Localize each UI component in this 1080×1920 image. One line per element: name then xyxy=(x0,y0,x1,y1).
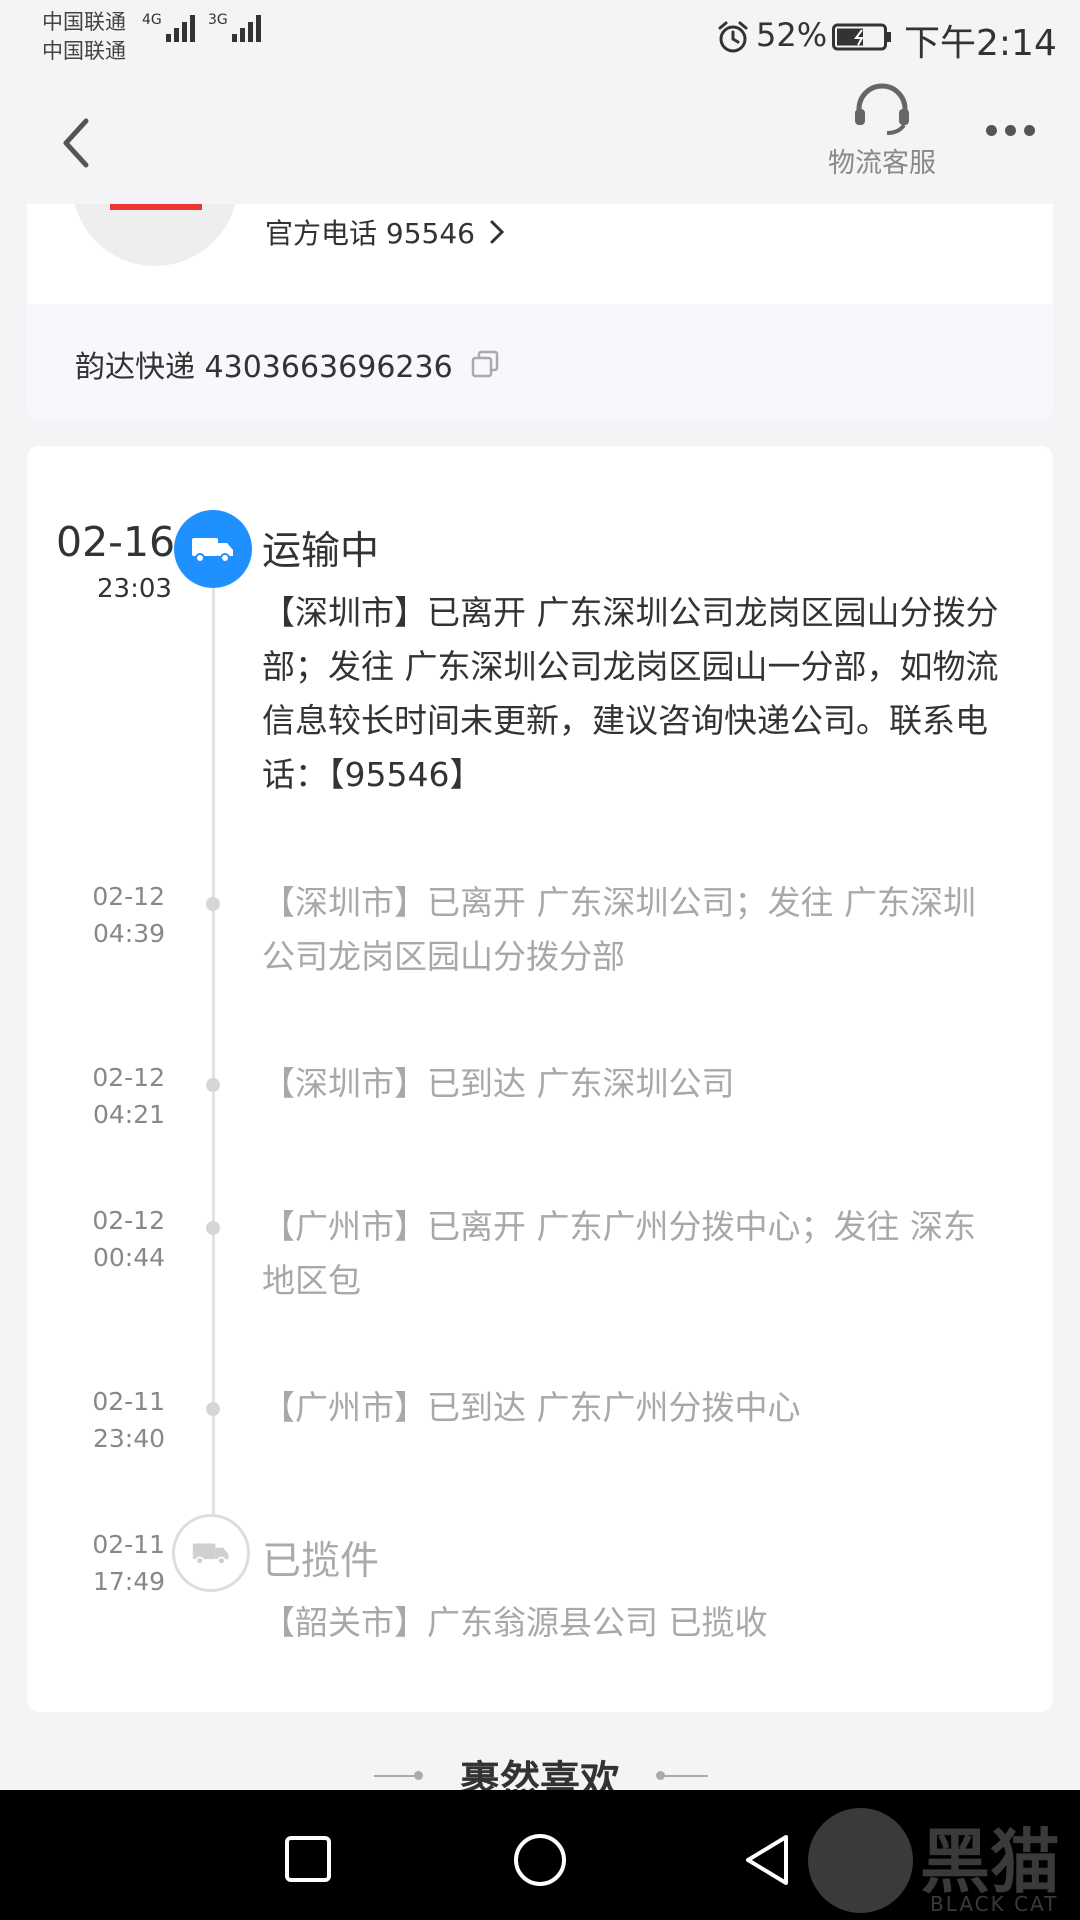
timeline-line xyxy=(212,560,215,1520)
official-phone-link[interactable]: 官方电话 95546 xyxy=(265,212,505,252)
pickup-detail: 【韶关市】广东翁源县公司 已揽收 xyxy=(262,1603,768,1642)
chevron-right-icon xyxy=(490,220,505,244)
alarm-icon xyxy=(718,21,748,53)
courier-logo xyxy=(72,204,238,266)
pickup-status: 已揽件 xyxy=(262,1539,380,1584)
event-datetime: 02-12 00:44 xyxy=(92,1206,165,1272)
tracking-number: 韵达快递 4303663696236 xyxy=(75,350,453,385)
event-text: 【广州市】已到达 广东广州分拨中心 xyxy=(262,1388,801,1427)
truck-icon xyxy=(172,1514,250,1592)
logistics-service-label: 物流客服 xyxy=(828,148,936,179)
carrier-2: 中国联通 xyxy=(42,39,126,63)
triangle-back-icon[interactable] xyxy=(742,1832,792,1888)
current-time: 23:03 xyxy=(97,574,172,604)
logistics-service-button[interactable]: 物流客服 xyxy=(820,83,944,180)
circle-home-icon[interactable] xyxy=(512,1832,568,1888)
clock: 下午2:14 xyxy=(904,23,1057,64)
timeline-dot xyxy=(206,1221,220,1235)
event-datetime: 02-12 04:21 xyxy=(92,1063,165,1129)
timeline-dot xyxy=(206,897,220,911)
event-text: 【广州市】已离开 广东广州分拨中心；发往 深东地区包 xyxy=(262,1207,976,1300)
signal-4g: 4G xyxy=(142,12,195,42)
chevron-left-icon[interactable] xyxy=(56,115,96,171)
network-type-2: 3G xyxy=(208,12,228,28)
current-date: 02-16 xyxy=(56,518,176,566)
square-recent-icon[interactable] xyxy=(283,1834,333,1884)
timeline-dot xyxy=(206,1402,220,1416)
pickup-datetime: 02-11 17:49 xyxy=(92,1530,165,1596)
tracking-number-row: 韵达快递 4303663696236 xyxy=(27,304,1053,420)
battery-percent: 52% xyxy=(756,16,828,54)
official-phone-label: 官方电话 95546 xyxy=(265,217,475,250)
event-text: 【深圳市】已离开 广东深圳公司；发往 广东深圳公司龙岗区园山分拨分部 xyxy=(262,883,976,976)
section-title: 裹然喜欢 xyxy=(460,1758,620,1790)
event-datetime: 02-11 23:40 xyxy=(92,1387,165,1453)
recommend-section-header: 裹然喜欢 xyxy=(0,1740,1080,1790)
battery-icon xyxy=(832,23,891,51)
signal-3g: 3G xyxy=(208,12,261,42)
system-nav-bar: 黑猫 BLACK CAT xyxy=(0,1790,1080,1920)
top-nav-bar: 物流客服 xyxy=(0,75,1080,203)
current-detail: 【深圳市】已离开 广东深圳公司龙岗区园山分拨分部；发往 广东深圳公司龙岗区园山一… xyxy=(262,593,999,794)
event-datetime: 02-12 04:39 xyxy=(92,882,165,948)
current-status: 运输中 xyxy=(262,529,380,574)
carrier-info: 中国联通 中国联通 xyxy=(42,8,126,66)
more-dots-icon[interactable] xyxy=(986,125,1035,136)
black-cat-logo xyxy=(808,1808,913,1913)
event-text: 【深圳市】已到达 广东深圳公司 xyxy=(262,1064,735,1103)
signal-bars-icon xyxy=(165,12,195,42)
timeline-dot xyxy=(206,1078,220,1092)
truck-icon xyxy=(174,510,252,588)
headset-icon xyxy=(855,83,909,135)
copy-icon[interactable] xyxy=(471,350,499,378)
signal-bars-icon xyxy=(231,12,261,42)
carrier-1: 中国联通 xyxy=(42,10,126,34)
network-type-1: 4G xyxy=(142,12,162,28)
courier-card: 官方电话 95546 韵达快递 4303663696236 xyxy=(27,204,1053,420)
watermark-subtext: BLACK CAT xyxy=(930,1892,1059,1916)
status-bar: 中国联通 中国联通 4G 3G 52% 下午2:14 xyxy=(0,0,1080,75)
